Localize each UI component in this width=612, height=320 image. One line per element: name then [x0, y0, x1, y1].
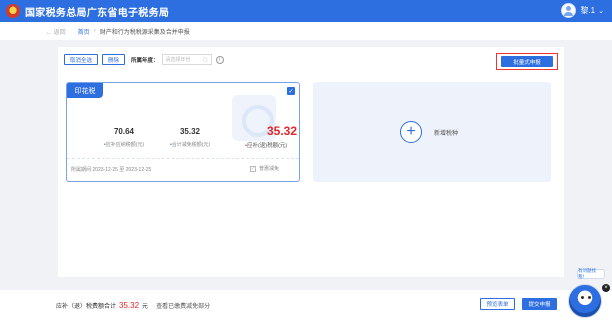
payable-label: •应补应纳税额(元): [103, 142, 145, 148]
benefit-label: 普惠减免: [258, 166, 279, 172]
add-tax-card[interactable]: + 新增税种: [313, 82, 551, 182]
card-divider: [67, 158, 299, 159]
card-checkbox[interactable]: ✓: [287, 87, 295, 95]
declare-highlight: 批量式申报: [496, 53, 558, 70]
assistant-avatar-icon[interactable]: [568, 284, 602, 318]
delete-button[interactable]: 删除: [102, 54, 126, 65]
user-name[interactable]: 黎.1: [580, 5, 595, 16]
footer-bar: 应补（退）税费额合计 35.32 元 查看已缴费减免部分: [0, 290, 612, 320]
breadcrumb-separator: ›: [93, 28, 96, 34]
assistant-bubble[interactable]: 有问题找我！: [577, 268, 605, 279]
back-link[interactable]: ← 返回: [46, 27, 66, 36]
stamp-tax-card[interactable]: 印花税 ✓ 70.64 •应补应纳税额(元) 35.32 •合计减免税额(元) …: [66, 82, 300, 182]
payable-amount: 70.64: [113, 127, 135, 136]
tax-type-tag: 印花税: [67, 83, 103, 98]
plus-icon[interactable]: +: [400, 121, 422, 143]
reduction-hint[interactable]: 查看已缴费减免部分: [156, 301, 210, 310]
preview-form-button[interactable]: 预览表单: [480, 298, 515, 310]
total-unit: 元: [142, 303, 149, 310]
reduction-label: •合计减免税额(元): [169, 142, 211, 148]
total-prefix: 应补（退）税费额合计: [56, 303, 117, 310]
year-select[interactable]: 请选择年份 ▢: [161, 54, 212, 65]
main-panel: 取消全选 删除 所属年度： 请选择年份 ▢ i 批量式申报 印花税 ✓ 70.6…: [58, 47, 564, 277]
batch-declare-button[interactable]: 批量式申报: [501, 56, 553, 67]
tax-emblem-icon: [6, 4, 20, 18]
breadcrumb-home[interactable]: 首页: [78, 27, 90, 36]
top-bar: 国家税务总局广东省电子税务局 黎.1 ⌄: [0, 0, 612, 22]
info-icon[interactable]: i: [215, 55, 224, 64]
user-menu[interactable]: 黎.1 ⌄: [561, 3, 604, 18]
breadcrumb: ← 返回 首页 › 财产和行为税税源采集及合并申报: [0, 22, 612, 40]
refund-amount: 35.32: [266, 124, 297, 138]
tax-period: 所属期间 2023-12-25 至 2023-12-25: [71, 167, 152, 173]
reduction-amount: 35.32: [179, 127, 201, 136]
chevron-down-icon[interactable]: ⌄: [598, 7, 604, 15]
total-amount: 35.32: [119, 300, 140, 310]
benefit-checkbox[interactable]: ✓ 普惠减免: [249, 165, 279, 172]
cancel-select-all-button[interactable]: 取消全选: [64, 54, 99, 65]
submit-declaration-button[interactable]: 提交申报: [522, 298, 557, 310]
calendar-icon: ▢: [202, 56, 208, 63]
refund-label: •应补(退)税额(元): [245, 143, 288, 149]
checkbox-icon[interactable]: ✓: [249, 165, 256, 172]
year-placeholder: 请选择年份: [165, 57, 191, 63]
breadcrumb-current: 财产和行为税税源采集及合并申报: [99, 29, 190, 36]
toolbar: 取消全选 删除 所属年度： 请选择年份 ▢ i: [64, 54, 224, 65]
site-title: 国家税务总局广东省电子税务局: [25, 7, 170, 19]
add-tax-label[interactable]: 新增税种: [434, 128, 458, 137]
avatar-icon[interactable]: [561, 3, 577, 18]
close-icon[interactable]: ×: [602, 284, 610, 292]
year-label: 所属年度：: [131, 57, 159, 64]
